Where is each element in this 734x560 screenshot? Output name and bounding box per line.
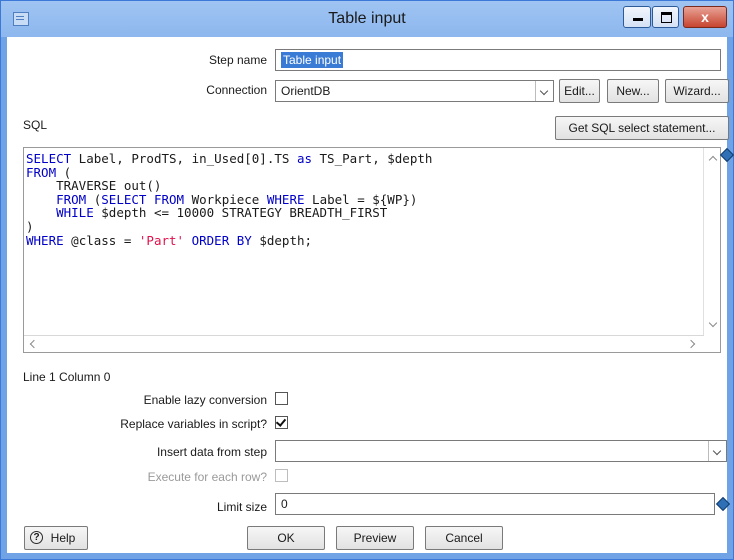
replace-variables-label: Replace variables in script?	[120, 417, 267, 431]
sql-token: Label, ProdTS, in_Used[0].TS	[71, 151, 297, 166]
ok-button[interactable]: OK	[247, 526, 325, 550]
checkmark-icon	[275, 416, 287, 427]
minimize-icon	[633, 18, 643, 21]
sql-editor[interactable]: SELECT Label, ProdTS, in_Used[0].TS as T…	[23, 147, 721, 353]
scroll-right-icon[interactable]	[686, 339, 696, 349]
dialog-body: Step name Table input Connection OrientD…	[7, 37, 734, 553]
limit-size-value: 0	[281, 497, 288, 511]
maximize-icon	[661, 12, 672, 23]
variable-diamond-icon	[715, 496, 731, 512]
cursor-position: Line 1 Column 0	[23, 370, 111, 384]
step-name-value: Table input	[281, 52, 344, 68]
execute-each-row-label: Execute for each row?	[147, 470, 267, 484]
scroll-up-icon[interactable]	[708, 155, 718, 165]
wizard-button[interactable]: Wizard...	[665, 79, 729, 103]
close-button[interactable]: x	[683, 6, 727, 28]
sql-text[interactable]: SELECT Label, ProdTS, in_Used[0].TS as T…	[26, 152, 432, 247]
title-bar[interactable]: Table input x	[1, 1, 733, 37]
sql-keyword: as	[296, 151, 312, 166]
execute-each-row-checkbox[interactable]	[275, 469, 288, 482]
help-label: Help	[50, 531, 76, 545]
edit-connection-button[interactable]: Edit...	[559, 79, 600, 103]
vertical-scrollbar[interactable]	[703, 148, 720, 336]
cancel-button[interactable]: Cancel	[425, 526, 503, 550]
sql-token: $depth;	[251, 232, 313, 248]
scroll-down-icon[interactable]	[708, 318, 718, 328]
dialog-window: Table input x Step name Table input Conn…	[0, 0, 734, 560]
chevron-down-icon[interactable]	[535, 81, 553, 101]
sql-keyword: ORDER BY	[191, 232, 252, 248]
minimize-button[interactable]	[623, 6, 651, 28]
limit-size-label: Limit size	[216, 500, 267, 514]
get-sql-button[interactable]: Get SQL select statement...	[555, 116, 729, 140]
sql-token: @class =	[63, 232, 139, 248]
sql-token: TS_Part, $depth	[312, 151, 433, 166]
help-icon: ?	[30, 531, 43, 544]
sql-keyword: WHERE	[26, 232, 64, 248]
lazy-conversion-label: Enable lazy conversion	[143, 393, 267, 407]
step-name-input[interactable]: Table input	[275, 49, 721, 71]
chevron-down-icon[interactable]	[708, 441, 726, 461]
replace-variables-checkbox[interactable]	[275, 416, 288, 429]
connection-select[interactable]: OrientDB	[275, 80, 554, 102]
sql-label: SQL	[23, 118, 48, 132]
connection-value: OrientDB	[281, 84, 331, 98]
close-icon: x	[701, 9, 709, 25]
step-name-label: Step name	[208, 53, 267, 67]
connection-label: Connection	[206, 83, 267, 97]
scroll-left-icon[interactable]	[29, 339, 39, 349]
new-connection-button[interactable]: New...	[607, 79, 659, 103]
insert-data-select[interactable]	[275, 440, 727, 462]
sql-string: 'Part'	[138, 232, 185, 248]
maximize-button[interactable]	[652, 6, 679, 28]
horizontal-scrollbar[interactable]	[24, 335, 704, 352]
sql-token: $depth <= 10000 STRATEGY BREADTH_FIRST	[93, 205, 388, 221]
limit-size-input[interactable]: 0	[275, 493, 715, 515]
lazy-conversion-checkbox[interactable]	[275, 392, 288, 405]
sql-keyword: WHILE	[56, 205, 94, 221]
preview-button[interactable]: Preview	[336, 526, 414, 550]
help-button[interactable]: ? Help	[24, 526, 88, 550]
variable-diamond-icon	[719, 147, 734, 163]
insert-data-label: Insert data from step	[156, 445, 267, 459]
